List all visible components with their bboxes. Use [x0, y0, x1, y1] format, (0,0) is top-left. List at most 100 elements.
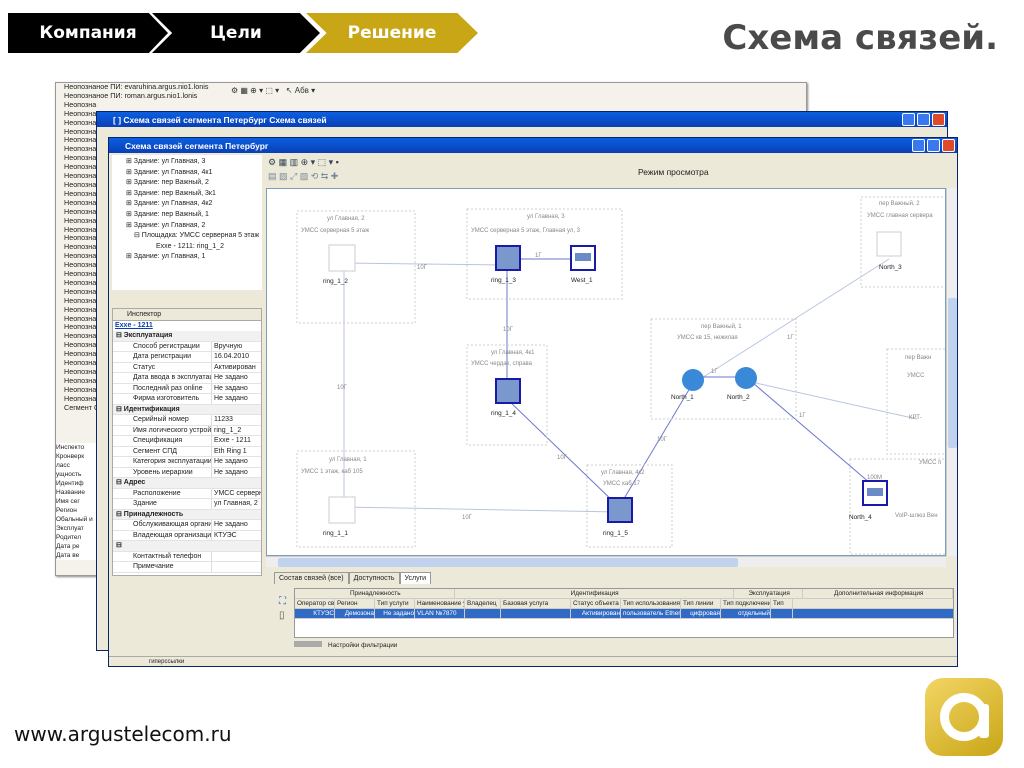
- table-row[interactable]: КТУЭС Демозона Не задано VLAN №7870 Активиро…: [295, 609, 953, 619]
- filter-settings[interactable]: Настройки фильтрации: [294, 641, 397, 649]
- property-row[interactable]: Серийный номер 11233: [113, 415, 261, 426]
- grid-column-header[interactable]: Наименование услуги: [415, 599, 465, 608]
- grid-column-header[interactable]: Оператор связи: [295, 599, 335, 608]
- tree-item[interactable]: ⊞ Здание: пер Важный, 1: [118, 210, 262, 221]
- inspector-panel: Инспектор Exxe - 1211 ⊟ Эксплуатация Спос…: [112, 308, 262, 576]
- website-url[interactable]: www.argustelecom.ru: [14, 722, 232, 746]
- device-ring_1_1: [328, 496, 356, 524]
- diagram-horizontal-scrollbar[interactable]: [266, 556, 946, 567]
- tree-item[interactable]: ⊞ Здание: ул Главная, 4к2: [118, 199, 262, 210]
- tree-item[interactable]: ⊞ Здание: ул Главная, 2: [118, 221, 262, 232]
- grid-column-header[interactable]: Тип услуги: [375, 599, 415, 608]
- property-row[interactable]: Дата ввода в эксплуатациюНе задано: [113, 373, 261, 384]
- property-row[interactable]: Спецификация Exxe - 1211: [113, 436, 261, 447]
- grid-column-header[interactable]: Тип: [771, 599, 793, 608]
- tab-services[interactable]: Услуги: [399, 572, 432, 584]
- network-diagram[interactable]: ул Главная, 2 УМСС серверная 5 этаж ул Гла…: [266, 188, 946, 556]
- property-row[interactable]: Фирма изготовитель Не задано: [113, 394, 261, 405]
- grid-column-header[interactable]: Тип использования: [621, 599, 681, 608]
- filter-icon[interactable]: ⛶: [279, 596, 286, 607]
- property-label: Контактный телефон: [133, 552, 202, 560]
- tab-availability[interactable]: Доступность: [348, 572, 400, 584]
- diagram-vertical-scrollbar[interactable]: [946, 188, 957, 556]
- grid-column-header[interactable]: Базовая услуга: [501, 599, 571, 608]
- property-value: 16.04.2010: [211, 352, 261, 362]
- grid-cell: отдельный: [721, 609, 771, 618]
- list-item: Идентиф: [56, 480, 84, 487]
- tree-item[interactable]: ⊟ Площадка: УМСС серверная 5 этаж: [118, 231, 262, 242]
- property-group-label: ⊟: [116, 542, 122, 549]
- toolbar-icons[interactable]: ⚙ ▦ ▥ ⊕ ▾ ⬚ ▾ ▪: [268, 157, 339, 168]
- property-group[interactable]: ⊟ Адрес: [113, 478, 261, 489]
- maximize-icon[interactable]: [917, 113, 930, 126]
- property-row[interactable]: Обслуживающая организацияНе задано: [113, 520, 261, 531]
- tab-links[interactable]: Состав связей (все): [274, 572, 349, 584]
- node-label: North_3: [879, 264, 902, 271]
- tree-item[interactable]: ⊞ Здание: ул Главная, 1: [118, 252, 262, 263]
- property-row[interactable]: Владеющая организация КТУЭС: [113, 530, 261, 541]
- property-row[interactable]: Уровень иерархии Не задано: [113, 467, 261, 478]
- link-label: 10Г: [657, 437, 668, 443]
- property-row[interactable]: Расположение УМСС серверная: [113, 488, 261, 499]
- area-label: УМСС серверная 5 этаж: [301, 228, 369, 234]
- close-icon[interactable]: [942, 139, 955, 152]
- grid-column-header[interactable]: Тип подключения: [721, 599, 771, 608]
- minimize-icon[interactable]: [902, 113, 915, 126]
- area-label: УМСС 1 этаж, каб 105: [301, 469, 363, 475]
- node-label: ring_1_5: [603, 530, 628, 537]
- property-row[interactable]: Здание ул Главная, 2: [113, 499, 261, 510]
- link: [618, 382, 694, 508]
- property-row[interactable]: Последний раз online Не задано: [113, 383, 261, 394]
- list-item: Имя сег: [56, 498, 80, 505]
- grid-column-header[interactable]: Статус объекта: [571, 599, 621, 608]
- node-label: North_1: [671, 394, 694, 401]
- maximize-icon[interactable]: [927, 139, 940, 152]
- grid-cell: Демозона: [335, 609, 375, 618]
- property-label: Сегмент СПД: [133, 447, 178, 455]
- tree-item[interactable]: ⊞ Здание: ул Главная, 4к1: [118, 168, 262, 179]
- property-label: Статус: [133, 363, 156, 371]
- main-window-titlebar: Схема связей сегмента Петербург: [109, 138, 957, 153]
- tree-item[interactable]: ⊞ Здание: ул Главная, 3: [118, 157, 262, 168]
- property-row[interactable]: Имя логического устройстваring_1_2: [113, 425, 261, 436]
- property-row[interactable]: Способ регистрации Вручную: [113, 341, 261, 352]
- router-icon: [682, 369, 704, 391]
- property-row[interactable]: Примечание: [113, 562, 261, 573]
- grid-cell: пользователь Ethernet: [623, 609, 681, 618]
- property-label: Категория эксплуатации: [133, 458, 211, 465]
- grid-column-header[interactable]: Регион: [335, 599, 375, 608]
- area-frame: [886, 348, 945, 455]
- network-diagram-svg: ул Главная, 2 УМСС серверная 5 этаж ул Гла…: [296, 196, 945, 555]
- toolbar-icons-row2[interactable]: ▤ ▧ ⤢ ▨ ⟲ ⇆ ✚: [268, 171, 338, 182]
- property-row[interactable]: Категория эксплуатации Не задано: [113, 457, 261, 468]
- property-group[interactable]: ⊟ Идентификация: [113, 404, 261, 415]
- property-row[interactable]: Статус Активирован: [113, 362, 261, 373]
- property-label: Уровень иерархии: [133, 468, 193, 476]
- document-icon[interactable]: ▯: [279, 610, 285, 621]
- property-row[interactable]: Дата регистрации 16.04.2010: [113, 352, 261, 363]
- minimize-icon[interactable]: [912, 139, 925, 152]
- property-row[interactable]: Сегмент СПД Eth Ring 1: [113, 446, 261, 457]
- device-north_3: [876, 231, 902, 257]
- tree-item[interactable]: Exxe - 1211: ring_1_2: [118, 242, 262, 253]
- property-row[interactable]: Контактный телефон: [113, 551, 261, 562]
- property-group[interactable]: ⊟ Принадлежность: [113, 509, 261, 520]
- inspector-object-name[interactable]: Exxe - 1211: [113, 321, 261, 331]
- diagram-toolbar: ⚙ ▦ ▥ ⊕ ▾ ⬚ ▾ ▪ ▤ ▧ ⤢ ▨ ⟲ ⇆ ✚ Режим прос…: [264, 155, 956, 185]
- step-solution: Решение: [306, 13, 478, 53]
- close-icon[interactable]: [932, 113, 945, 126]
- property-label: Дата регистрации: [133, 353, 192, 360]
- property-label: Фирма изготовитель: [133, 395, 200, 402]
- grid-cell: КТУЭС: [295, 609, 335, 618]
- tree-item[interactable]: ⊞ Здание: пер Важный, 2: [118, 178, 262, 189]
- property-group[interactable]: ⊟: [113, 541, 261, 552]
- link-label: 10Г: [337, 385, 348, 391]
- property-group-label: ⊟ Эксплуатация: [116, 332, 173, 339]
- tree-item[interactable]: ⊞ Здание: пер Важный, 3к1: [118, 189, 262, 200]
- back-toolbar: ⚙ ▦ ⊕ ▾ ⬚ ▾ ↖ Абв ▾: [231, 86, 316, 95]
- grid-column-header[interactable]: Тип линии: [681, 599, 721, 608]
- property-value: Не задано: [211, 520, 261, 530]
- grid-column-header[interactable]: Владелец: [465, 599, 501, 608]
- building-tree[interactable]: ⊞ Здание: ул Главная, 3 ⊞ Здание: ул Глав…: [112, 155, 262, 290]
- property-group[interactable]: ⊟ Эксплуатация: [113, 331, 261, 342]
